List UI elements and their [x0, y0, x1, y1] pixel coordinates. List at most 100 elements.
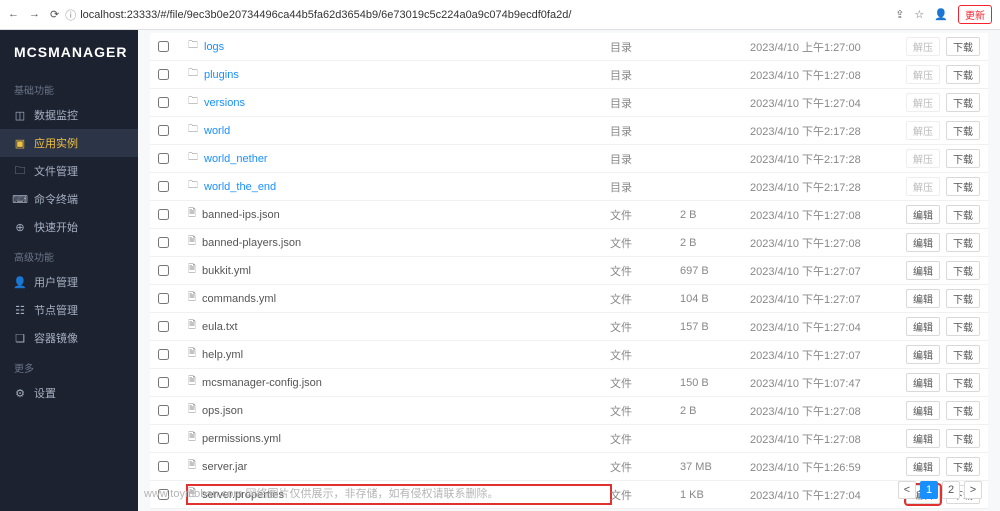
edit-button[interactable]: 编辑 [906, 345, 940, 364]
row-checkbox[interactable] [158, 153, 169, 164]
download-button[interactable]: 下载 [946, 93, 980, 112]
edit-button[interactable]: 编辑 [906, 317, 940, 336]
download-button[interactable]: 下载 [946, 205, 980, 224]
edit-button[interactable]: 编辑 [906, 289, 940, 308]
table-row: 🗀plugins目录2023/4/10 下午1:27:08解压下载 [150, 61, 988, 89]
download-button[interactable]: 下载 [946, 429, 980, 448]
sidebar-item-8[interactable]: ⚙设置 [0, 379, 138, 407]
file-type: 目录 [610, 67, 680, 83]
row-checkbox[interactable] [158, 97, 169, 108]
row-actions: 解压下载 [890, 37, 980, 56]
table-row: 🗎mcsmanager-config.json文件150 B2023/4/10 … [150, 369, 988, 397]
download-button[interactable]: 下载 [946, 177, 980, 196]
file-type: 文件 [610, 487, 680, 503]
edit-button[interactable]: 编辑 [906, 373, 940, 392]
edit-button[interactable]: 编辑 [906, 205, 940, 224]
row-checkbox[interactable] [158, 209, 169, 220]
download-button[interactable]: 下载 [946, 149, 980, 168]
row-checkbox-cell [158, 153, 188, 164]
sidebar-item-label: 容器镜像 [34, 330, 124, 346]
download-button[interactable]: 下载 [946, 345, 980, 364]
page-prev[interactable]: < [898, 481, 916, 499]
url-bar[interactable]: ⓘ localhost:23333/#/file/9ec3b0e20734496… [65, 7, 889, 23]
file-size: 37 MB [680, 461, 750, 473]
sidebar-item-5[interactable]: 👤用户管理 [0, 268, 138, 296]
row-actions: 解压下载 [890, 65, 980, 84]
file-size: 697 B [680, 265, 750, 277]
row-checkbox[interactable] [158, 405, 169, 416]
page-2[interactable]: 2 [942, 481, 960, 499]
update-button[interactable]: 更新 [958, 5, 992, 24]
edit-button[interactable]: 编辑 [906, 401, 940, 420]
edit-button[interactable]: 编辑 [906, 261, 940, 280]
row-checkbox[interactable] [158, 321, 169, 332]
sidebar-item-label: 应用实例 [34, 135, 124, 151]
folder-link[interactable]: logs [204, 41, 224, 53]
row-checkbox[interactable] [158, 41, 169, 52]
download-button[interactable]: 下载 [946, 233, 980, 252]
page-1[interactable]: 1 [920, 481, 938, 499]
download-button[interactable]: 下载 [946, 317, 980, 336]
row-checkbox[interactable] [158, 293, 169, 304]
nav-back-icon[interactable]: ← [8, 8, 19, 21]
row-checkbox[interactable] [158, 237, 169, 248]
edit-button[interactable]: 编辑 [906, 233, 940, 252]
download-button[interactable]: 下载 [946, 401, 980, 420]
row-checkbox[interactable] [158, 433, 169, 444]
row-checkbox[interactable] [158, 125, 169, 136]
row-checkbox[interactable] [158, 265, 169, 276]
page-next[interactable]: > [964, 481, 982, 499]
unzip-button: 解压 [906, 149, 940, 168]
row-checkbox-cell [158, 209, 188, 220]
sidebar-item-0[interactable]: ◫数据监控 [0, 101, 138, 129]
row-checkbox-cell [158, 321, 188, 332]
download-button[interactable]: 下载 [946, 65, 980, 84]
file-name-cell: 🗀versions [188, 94, 610, 111]
row-actions: 编辑下载 [890, 373, 980, 392]
folder-link[interactable]: world [204, 125, 230, 137]
row-checkbox-cell [158, 41, 188, 52]
file-name-cell: 🗎help.yml [188, 346, 610, 363]
download-button[interactable]: 下载 [946, 373, 980, 392]
sidebar-item-3[interactable]: ⌨命令终端 [0, 185, 138, 213]
table-row: 🗀world_nether目录2023/4/10 下午2:17:28解压下载 [150, 145, 988, 173]
download-button[interactable]: 下载 [946, 37, 980, 56]
edit-button[interactable]: 编辑 [906, 429, 940, 448]
file-type: 文件 [610, 459, 680, 475]
download-button[interactable]: 下载 [946, 121, 980, 140]
row-checkbox[interactable] [158, 69, 169, 80]
nav-reload-icon[interactable]: ⟳ [50, 8, 59, 21]
share-icon[interactable]: ⇪ [895, 8, 904, 21]
edit-button[interactable]: 编辑 [906, 457, 940, 476]
download-button[interactable]: 下载 [946, 289, 980, 308]
folder-link[interactable]: versions [204, 97, 245, 109]
sidebar-item-6[interactable]: ☷节点管理 [0, 296, 138, 324]
file-type: 目录 [610, 95, 680, 111]
file-name: permissions.yml [202, 433, 281, 445]
download-button[interactable]: 下载 [946, 261, 980, 280]
sidebar-item-4[interactable]: ⊕快速开始 [0, 213, 138, 241]
row-checkbox[interactable] [158, 349, 169, 360]
row-checkbox[interactable] [158, 377, 169, 388]
sidebar-item-1[interactable]: ▣应用实例 [0, 129, 138, 157]
row-actions: 编辑下载 [890, 317, 980, 336]
folder-link[interactable]: world_nether [204, 153, 268, 165]
sidebar-item-7[interactable]: ❏ 容器镜像 [0, 324, 138, 352]
file-date: 2023/4/10 下午1:07:47 [750, 375, 890, 391]
row-checkbox[interactable] [158, 181, 169, 192]
sidebar-item-2[interactable]: 🗀文件管理 [0, 157, 138, 185]
star-icon[interactable]: ☆ [914, 8, 924, 21]
folder-link[interactable]: world_the_end [204, 181, 276, 193]
file-type: 目录 [610, 39, 680, 55]
file-date: 2023/4/10 下午1:27:07 [750, 291, 890, 307]
row-checkbox-cell [158, 349, 188, 360]
profile-icon[interactable]: 👤 [934, 8, 948, 21]
file-icon: 🗎 [188, 346, 196, 363]
file-name-cell: 🗎ops.json [188, 402, 610, 419]
folder-link[interactable]: plugins [204, 69, 239, 81]
row-checkbox[interactable] [158, 461, 169, 472]
download-button[interactable]: 下载 [946, 457, 980, 476]
nav-forward-icon[interactable]: → [29, 8, 40, 21]
sidebar-icon: ❏ [14, 332, 26, 345]
file-name-cell: 🗎server.jar [188, 458, 610, 475]
